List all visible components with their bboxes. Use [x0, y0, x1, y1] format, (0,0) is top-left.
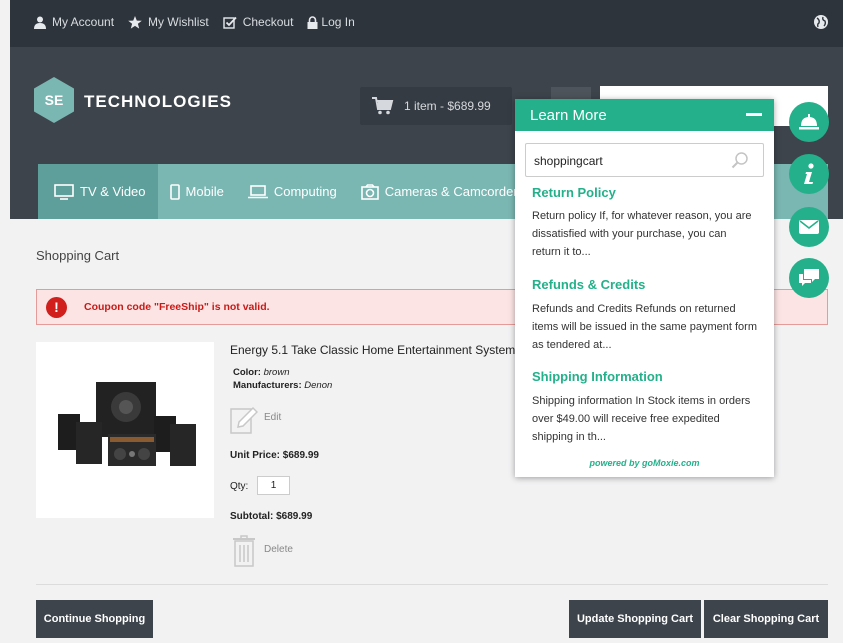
top-bar: My Account My Wishlist Checkout Log In	[10, 0, 843, 47]
result-snippet: Shipping information In Stock items in o…	[532, 395, 751, 443]
monitor-icon	[54, 183, 74, 200]
info-button[interactable]	[789, 154, 829, 194]
manufacturer-label: Manufacturers:	[233, 380, 302, 391]
globe-icon[interactable]	[813, 14, 829, 35]
color-value: brown	[263, 367, 290, 378]
my-account-link[interactable]: My Account	[34, 15, 114, 29]
page-title: Shopping Cart	[36, 248, 120, 263]
manufacturer-value: Denon	[304, 380, 333, 391]
learn-more-header: Learn More	[515, 99, 774, 131]
lock-icon	[307, 15, 318, 29]
continue-shopping-button[interactable]: Continue Shopping	[36, 600, 153, 638]
clear-cart-button[interactable]: Clear Shopping Cart	[704, 600, 828, 638]
update-cart-button[interactable]: Update Shopping Cart	[569, 600, 701, 638]
product-manufacturer: Manufacturers: Denon	[233, 380, 332, 391]
log-in-link[interactable]: Log In	[307, 15, 355, 29]
camera-icon	[360, 183, 379, 200]
qty-label: Qty:	[230, 481, 249, 492]
logo-text[interactable]: TECHNOLOGIES	[84, 92, 232, 112]
speaker-system-illustration	[58, 382, 196, 466]
email-button[interactable]	[789, 207, 829, 247]
learn-more-title: Learn More	[530, 106, 607, 124]
phone-icon	[169, 183, 180, 200]
my-account-label: My Account	[52, 15, 115, 29]
edit-link[interactable]: Edit	[264, 412, 281, 423]
checkout-label: Checkout	[242, 15, 294, 29]
result-title-return-policy[interactable]: Return Policy	[532, 185, 616, 200]
laptop-icon	[247, 184, 268, 198]
star-icon	[128, 15, 142, 29]
quantity-input[interactable]: 1	[257, 476, 290, 495]
search-icon[interactable]	[731, 151, 749, 169]
learn-more-panel: Learn More shoppingcart Return Policy Re…	[515, 99, 774, 477]
nav-item-label: Computing	[273, 184, 337, 199]
checkout-link[interactable]: Checkout	[223, 15, 294, 29]
powered-by[interactable]: powered by goMoxie.com	[515, 458, 774, 468]
trash-icon[interactable]	[232, 535, 256, 572]
log-in-label: Log In	[321, 15, 355, 29]
product-image[interactable]	[36, 342, 214, 518]
error-message: Coupon code "FreeShip" is not valid.	[84, 301, 270, 313]
result-snippet: Refunds and Credits Refunds on returned …	[532, 303, 757, 351]
chat-button[interactable]	[789, 258, 829, 298]
account-links: My Account My Wishlist Checkout Log In	[34, 15, 355, 29]
color-label: Color:	[233, 367, 261, 378]
user-icon	[34, 16, 46, 29]
delete-link[interactable]: Delete	[264, 544, 293, 555]
mini-cart-button[interactable]: 1 item - $689.99	[360, 87, 512, 125]
nav-item-label: Mobile	[185, 184, 224, 199]
powered-prefix: powered by	[589, 458, 640, 468]
unit-price: Unit Price: $689.99	[230, 450, 319, 461]
concierge-bell-button[interactable]	[789, 102, 829, 142]
nav-item-cameras[interactable]: Cameras & Camcorders	[349, 164, 536, 219]
mini-cart-summary: 1 item - $689.99	[404, 99, 491, 113]
powered-brand: goMoxie.com	[642, 458, 700, 468]
subtotal: Subtotal: $689.99	[230, 511, 313, 522]
result-title-shipping[interactable]: Shipping Information	[532, 369, 663, 384]
logo-mark-text: SE	[45, 92, 64, 108]
envelope-icon	[799, 220, 819, 234]
result-snippet: Return policy If, for whatever reason, y…	[532, 210, 752, 258]
minimize-icon[interactable]	[746, 113, 762, 116]
checkbox-icon	[223, 16, 237, 29]
logo-mark[interactable]: SE	[34, 77, 74, 123]
nav-item-mobile[interactable]: Mobile	[158, 164, 236, 219]
chat-icon	[799, 269, 819, 286]
nav-item-tv-video[interactable]: TV & Video	[38, 164, 158, 219]
nav-item-label: TV & Video	[80, 184, 146, 199]
result-title-refunds[interactable]: Refunds & Credits	[532, 277, 645, 292]
learn-more-search-value: shoppingcart	[534, 154, 603, 168]
cart-icon	[372, 97, 394, 115]
info-icon	[804, 163, 814, 184]
nav-item-computing[interactable]: Computing	[236, 164, 349, 219]
nav-item-label: Cameras & Camcorders	[384, 184, 525, 199]
product-name[interactable]: Energy 5.1 Take Classic Home Entertainme…	[230, 343, 515, 357]
bell-icon	[799, 114, 819, 130]
edit-icon[interactable]	[230, 405, 259, 440]
divider	[36, 584, 828, 585]
error-icon: !	[46, 297, 67, 318]
my-wishlist-link[interactable]: My Wishlist	[128, 15, 209, 29]
learn-more-search-input[interactable]: shoppingcart	[525, 143, 764, 177]
product-color: Color: brown	[233, 367, 289, 378]
my-wishlist-label: My Wishlist	[148, 15, 209, 29]
